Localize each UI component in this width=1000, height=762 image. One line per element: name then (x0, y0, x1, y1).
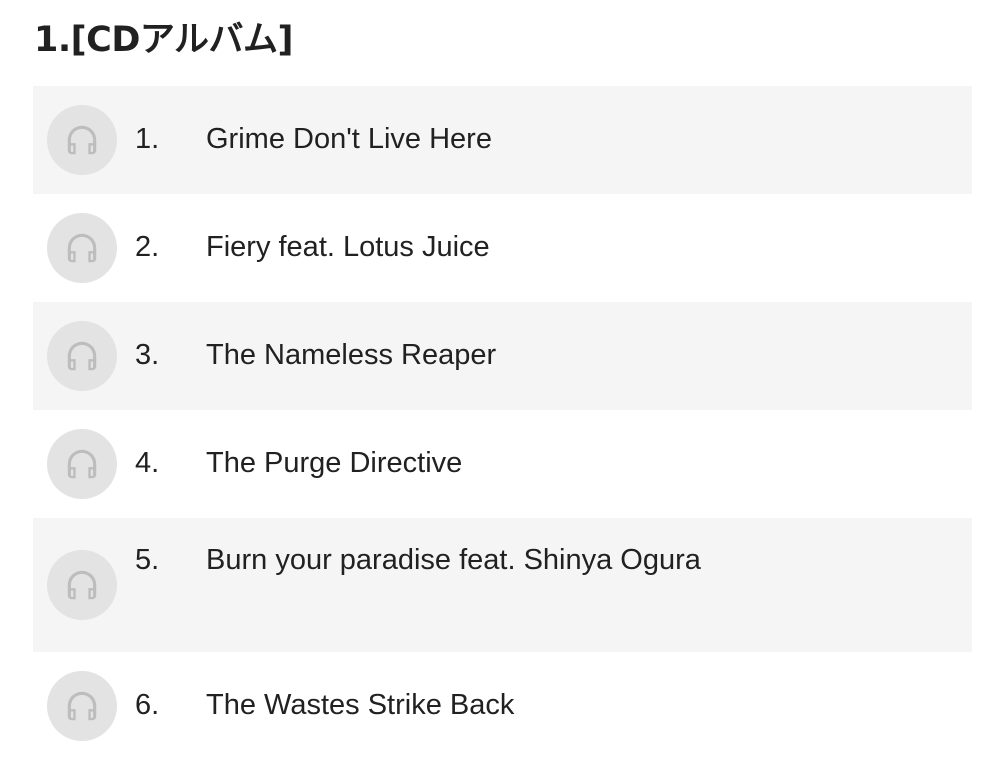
track-preview-button[interactable] (47, 671, 117, 741)
track-row[interactable]: 2. Fiery feat. Lotus Juice (33, 194, 972, 302)
track-row[interactable]: 5. Burn your paradise feat. Shinya Ogura (33, 518, 972, 652)
track-row[interactable]: 3. The Nameless Reaper (33, 302, 972, 410)
track-title: Grime Don't Live Here (206, 123, 492, 155)
track-number: 6. (135, 689, 160, 721)
track-number: 4. (135, 447, 160, 479)
track-number: 3. (135, 339, 160, 371)
headphones-icon (67, 233, 97, 263)
track-title: Burn your paradise feat. Shinya Ogura (206, 544, 701, 576)
headphones-icon (67, 449, 97, 479)
track-number: 2. (135, 231, 160, 263)
track-number: 1. (135, 123, 160, 155)
headphones-icon (67, 691, 97, 721)
track-title: The Nameless Reaper (206, 339, 497, 371)
track-preview-button[interactable] (47, 550, 117, 620)
track-preview-button[interactable] (47, 213, 117, 283)
track-preview-button[interactable] (47, 321, 117, 391)
track-row[interactable]: 1. Grime Don't Live Here (33, 86, 972, 194)
headphones-icon (67, 341, 97, 371)
track-preview-button[interactable] (47, 105, 117, 175)
track-title: The Wastes Strike Back (206, 689, 515, 721)
headphones-icon (67, 125, 97, 155)
track-row[interactable]: 4. The Purge Directive (33, 410, 972, 518)
track-row[interactable]: 6. The Wastes Strike Back (33, 652, 972, 760)
track-preview-button[interactable] (47, 429, 117, 499)
track-title: The Purge Directive (206, 447, 463, 479)
headphones-icon (67, 570, 97, 600)
section-heading: 1.[CDアルバム] (34, 20, 294, 60)
track-title: Fiery feat. Lotus Juice (206, 231, 490, 263)
track-number: 5. (135, 544, 160, 576)
track-list: 1. Grime Don't Live Here 2. Fiery feat. … (33, 86, 972, 760)
